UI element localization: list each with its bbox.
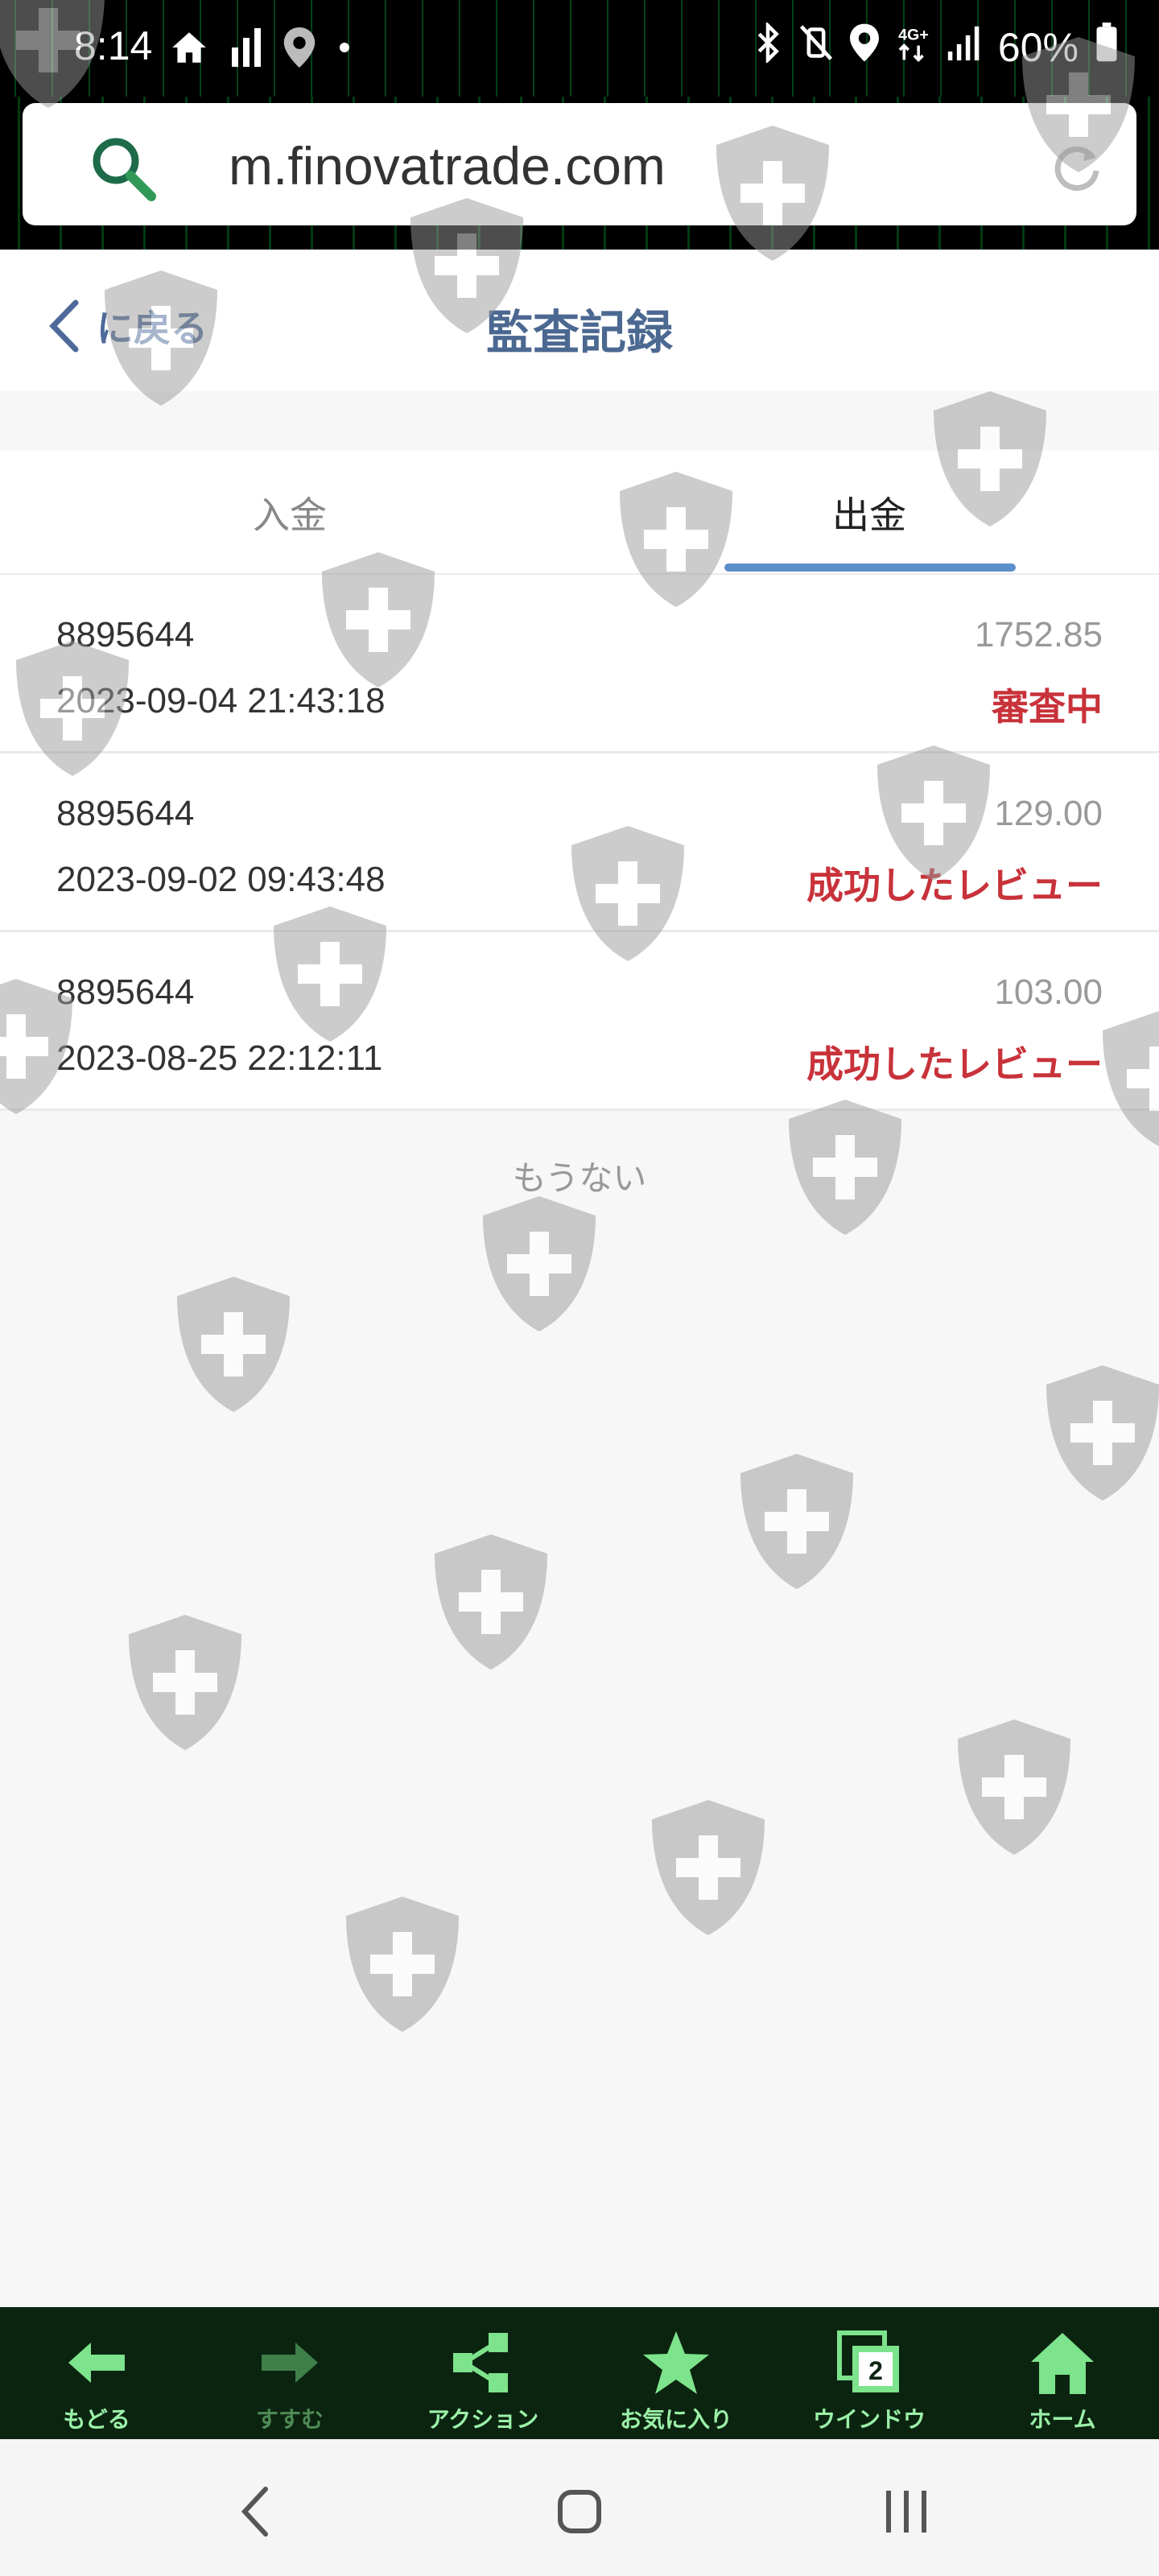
records-list: 8895644 2023-09-04 21:43:18 1752.85 審査中 … bbox=[0, 575, 1159, 1111]
record-id: 8895644 bbox=[56, 615, 195, 654]
record-status: 審査中 bbox=[992, 685, 1103, 729]
svg-text:4G+: 4G+ bbox=[898, 26, 929, 43]
status-time: 8:14 bbox=[74, 23, 153, 68]
signal-icon bbox=[947, 23, 982, 72]
home-icon bbox=[169, 27, 209, 76]
signal-bars-icon bbox=[230, 27, 262, 76]
toolbar-home-button[interactable]: ホーム bbox=[966, 2307, 1159, 2439]
bluetooth-icon bbox=[753, 21, 782, 72]
toolbar-forward-button[interactable]: すすむ bbox=[193, 2307, 386, 2439]
record-datetime: 2023-09-02 09:43:48 bbox=[56, 860, 386, 899]
toolbar-window-button[interactable]: 2 ウインドウ bbox=[773, 2307, 966, 2439]
reload-icon[interactable] bbox=[1051, 140, 1104, 193]
tab-withdrawal[interactable]: 出金 bbox=[580, 451, 1159, 575]
list-item[interactable]: 8895644 2023-09-04 21:43:18 1752.85 審査中 bbox=[0, 575, 1159, 753]
record-status: 成功したレビュー bbox=[806, 864, 1103, 907]
url-bar[interactable]: m.finovatrade.com bbox=[23, 103, 1136, 225]
watermark-shield-icon bbox=[1038, 1360, 1159, 1505]
nav-recents-icon[interactable] bbox=[874, 2479, 938, 2544]
watermark-shield-icon bbox=[950, 1715, 1079, 1860]
url-text[interactable]: m.finovatrade.com bbox=[229, 135, 666, 196]
arrow-right-icon bbox=[262, 2343, 318, 2383]
toolbar-action-label: アクション bbox=[427, 2406, 539, 2433]
record-id: 8895644 bbox=[56, 972, 195, 1012]
list-item[interactable]: 8895644 2023-09-02 09:43:48 129.00 成功したレ… bbox=[0, 753, 1159, 932]
watermark-shield-icon bbox=[644, 1795, 773, 1940]
browser-toolbar: もどる すすむ アクション お気に入り 2 ウインドウ ホーム bbox=[0, 2307, 1159, 2439]
active-tab-indicator bbox=[724, 564, 1016, 572]
toolbar-action-button[interactable]: アクション bbox=[386, 2307, 580, 2439]
nav-home-icon[interactable] bbox=[547, 2479, 612, 2544]
toolbar-home-label: ホーム bbox=[1029, 2406, 1096, 2433]
toolbar-back-button[interactable]: もどる bbox=[0, 2307, 193, 2439]
record-amount: 129.00 bbox=[994, 794, 1103, 833]
toolbar-window-label: ウインドウ bbox=[812, 2406, 926, 2433]
page-header: に戻る 監査記録 bbox=[0, 250, 1159, 391]
record-status: 成功したレビュー bbox=[806, 1042, 1103, 1086]
watermark-shield-icon bbox=[338, 1892, 467, 2037]
list-item[interactable]: 8895644 2023-08-25 22:12:11 103.00 成功したレ… bbox=[0, 932, 1159, 1111]
record-amount: 103.00 bbox=[994, 972, 1103, 1012]
tab-deposit[interactable]: 入金 bbox=[0, 451, 580, 575]
watermark-shield-icon bbox=[475, 1191, 604, 1336]
page-title: 監査記録 bbox=[485, 305, 673, 360]
battery-percent: 60% bbox=[997, 24, 1079, 70]
search-icon[interactable] bbox=[87, 132, 159, 204]
system-navigation-bar bbox=[0, 2439, 1159, 2576]
record-datetime: 2023-08-25 22:12:11 bbox=[56, 1038, 383, 1078]
dot-icon bbox=[336, 27, 353, 76]
4g-icon: 4G+ bbox=[895, 23, 930, 72]
vibrate-off-icon bbox=[798, 23, 834, 72]
window-icon: 2 bbox=[837, 2330, 899, 2392]
record-amount: 1752.85 bbox=[974, 615, 1103, 654]
window-count: 2 bbox=[868, 2356, 883, 2385]
home-icon bbox=[1031, 2333, 1094, 2394]
status-bar: 8:14 4G+ 60% bbox=[0, 0, 1159, 97]
location-icon bbox=[283, 27, 316, 76]
no-more-text: もうない bbox=[512, 1158, 647, 1198]
toolbar-forward-label: すすむ bbox=[255, 2406, 324, 2433]
watermark-shield-icon bbox=[169, 1272, 298, 1417]
arrow-left-icon bbox=[68, 2343, 125, 2383]
toolbar-favorites-button[interactable]: お気に入り bbox=[580, 2307, 773, 2439]
record-datetime: 2023-09-04 21:43:18 bbox=[56, 681, 386, 720]
location-icon bbox=[849, 23, 879, 72]
record-id: 8895644 bbox=[56, 794, 195, 833]
watermark-shield-icon bbox=[732, 1449, 861, 1594]
watermark-shield-icon bbox=[427, 1530, 555, 1674]
star-icon bbox=[643, 2331, 709, 2394]
watermark-shield-icon bbox=[121, 1610, 250, 1755]
share-icon bbox=[453, 2333, 508, 2392]
tabs: 入金 出金 bbox=[0, 451, 1159, 575]
status-left-icons bbox=[169, 27, 353, 76]
browser-url-area: m.finovatrade.com bbox=[0, 97, 1159, 250]
status-right-icons: 4G+ 60% bbox=[753, 21, 1119, 72]
battery-icon bbox=[1095, 23, 1119, 72]
toolbar-back-label: もどる bbox=[63, 2406, 130, 2433]
nav-back-icon[interactable] bbox=[225, 2479, 290, 2544]
toolbar-favorites-label: お気に入り bbox=[619, 2406, 732, 2433]
